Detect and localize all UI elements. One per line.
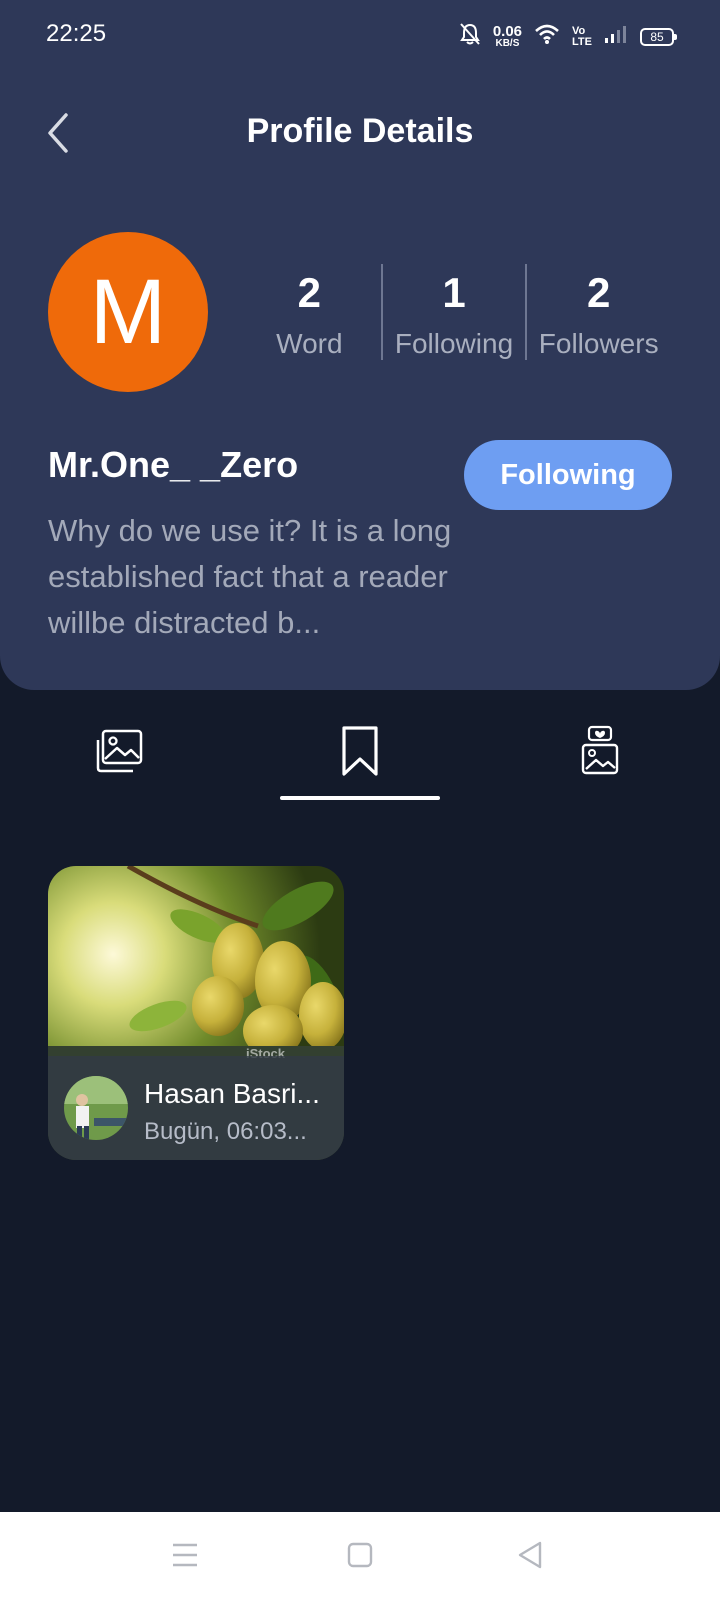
stat-word[interactable]: 2 Word	[238, 262, 381, 362]
stat-followers-label: Followers	[538, 328, 659, 359]
signal-icon	[604, 24, 628, 49]
post-timestamp: Bugün, 06:03...	[144, 1118, 307, 1145]
system-navigation-bar	[0, 1512, 720, 1600]
images-icon	[95, 728, 145, 779]
wifi-icon	[534, 23, 560, 50]
home-square-icon	[346, 1541, 374, 1574]
nav-home-button[interactable]	[335, 1532, 385, 1582]
tab-liked-images[interactable]	[520, 708, 680, 798]
profile-stats: 2 Word 1 Following 2 Followers	[238, 262, 670, 362]
bio-text: Why do we use it? It is a long establish…	[48, 513, 452, 640]
stat-word-label: Word	[276, 328, 343, 359]
post-author-name: Hasan Basri...	[144, 1078, 320, 1109]
post-card[interactable]: iStock Hasan Basri... Bugün, 06:03...	[48, 866, 344, 1160]
following-button[interactable]: Following	[464, 440, 672, 510]
tab-bookmarks[interactable]	[280, 708, 440, 798]
post-card-footer: Hasan Basri... Bugün, 06:03...	[48, 1056, 344, 1160]
tab-images[interactable]	[40, 708, 200, 798]
bookmark-icon	[340, 725, 380, 782]
author-avatar[interactable]	[64, 1076, 128, 1140]
stat-word-value: 2	[297, 269, 322, 316]
username: Mr.One_ _Zero	[48, 444, 299, 485]
stat-following-value: 1	[442, 269, 466, 316]
stat-following-label: Following	[394, 328, 514, 359]
nav-menu-button[interactable]	[160, 1532, 210, 1582]
battery-icon: 85	[640, 27, 677, 46]
back-triangle-icon	[516, 1540, 544, 1575]
menu-icon	[171, 1542, 199, 1573]
stat-followers[interactable]: 2 Followers	[527, 262, 670, 362]
status-bar: 22:25 0.06 KB/S Vo LTE 85	[0, 0, 720, 72]
stat-followers-value: 2	[587, 269, 611, 316]
stat-following[interactable]: 1 Following	[383, 262, 526, 362]
content-tabs	[0, 708, 720, 804]
nav-back-button[interactable]	[505, 1532, 555, 1582]
mute-bell-icon	[459, 22, 481, 51]
page-title: Profile Details	[246, 112, 474, 150]
active-tab-indicator	[280, 796, 440, 800]
status-time: 22:25	[46, 20, 107, 47]
status-icons: 0.06 KB/S Vo LTE 85	[459, 22, 677, 51]
volte-indicator: Vo LTE	[572, 24, 592, 48]
liked-images-icon	[580, 725, 620, 782]
avatar[interactable]: M	[48, 232, 208, 392]
network-speed: 0.06 KB/S	[492, 23, 523, 49]
